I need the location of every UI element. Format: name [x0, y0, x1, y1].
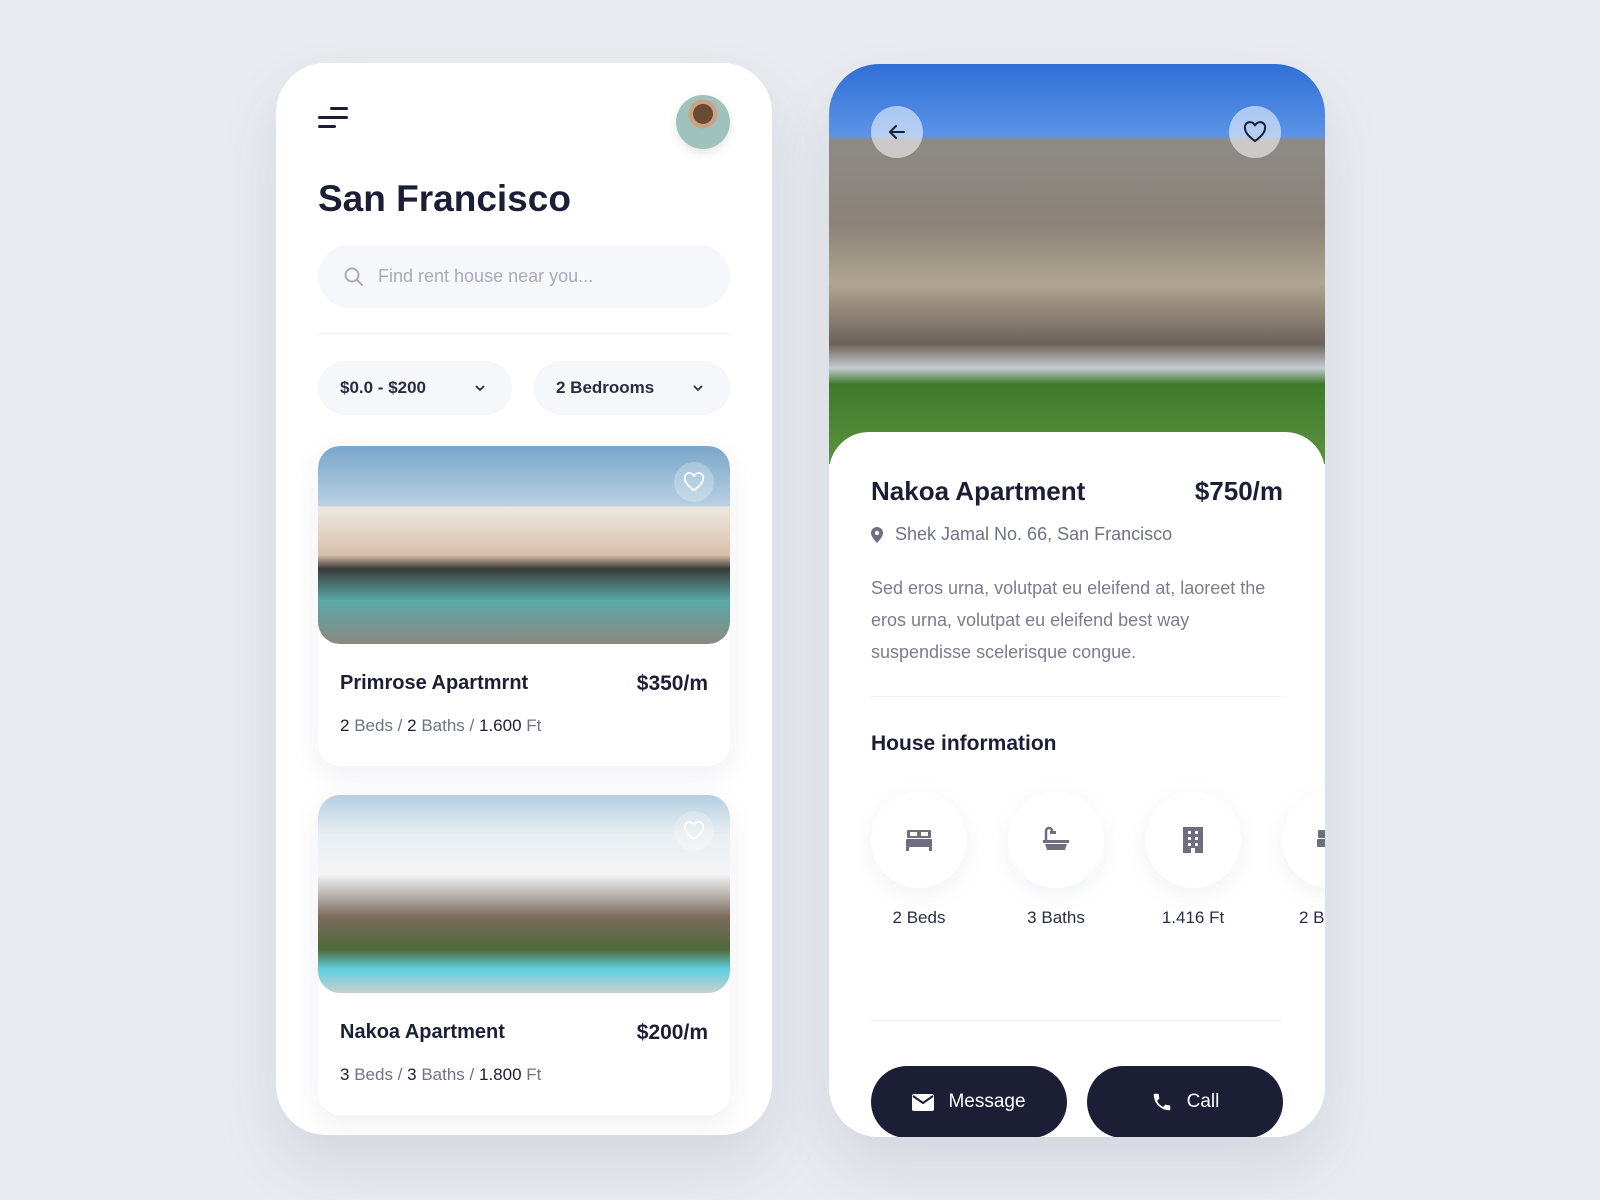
menu-icon[interactable]	[318, 107, 348, 133]
favorite-button[interactable]	[1229, 106, 1281, 158]
listing-card[interactable]: Primrose Apartmrnt $350/m 2 Beds / 2 Bat…	[318, 446, 730, 766]
favorite-button[interactable]	[674, 811, 714, 851]
price-filter-label: $0.0 - $200	[340, 378, 427, 397]
bedrooms-filter-dropdown[interactable]: 2 Bedrooms	[534, 361, 730, 415]
detail-sheet: Nakoa Apartment $750/m Shek Jamal No. 66…	[829, 432, 1325, 1137]
property-address: Shek Jamal No. 66, San Francisco	[871, 524, 1172, 545]
property-name: Nakoa Apartment	[871, 476, 1086, 506]
call-button[interactable]: Call	[1087, 1066, 1283, 1137]
bed-icon	[1317, 830, 1325, 847]
detail-screen: Nakoa Apartment $750/m Shek Jamal No. 66…	[829, 64, 1325, 1137]
location-pin-icon	[871, 526, 883, 543]
feature-area: 1.416 Ft	[1144, 792, 1242, 928]
bathtub-icon	[1043, 826, 1069, 850]
price-filter-dropdown[interactable]: $0.0 - $200	[318, 361, 512, 415]
listing-name: Nakoa Apartment	[340, 1021, 505, 1043]
property-description: Sed eros urna, volutpat eu eleifend at, …	[871, 578, 1266, 662]
feature-beds-extra: 2 B	[1281, 792, 1325, 928]
divider	[871, 696, 1283, 697]
listing-price: $200/m	[636, 1021, 708, 1044]
property-photo	[318, 795, 730, 993]
listing-screen: San Francisco $0.0 - $200 2 Bedrooms Pri…	[276, 63, 772, 1135]
message-button[interactable]: Message	[871, 1066, 1067, 1137]
envelope-icon	[912, 1093, 935, 1111]
favorite-button[interactable]	[674, 462, 714, 502]
phone-icon	[1153, 1093, 1170, 1111]
feature-beds: 2 Beds	[870, 792, 968, 928]
heart-icon	[683, 821, 705, 841]
bedrooms-filter-label: 2 Bedrooms	[556, 378, 655, 397]
chevron-down-icon	[475, 385, 485, 392]
listing-name: Primrose Apartmrnt	[340, 672, 529, 694]
back-button[interactable]	[871, 106, 923, 158]
avatar[interactable]	[676, 95, 730, 149]
listing-specs: 3 Beds / 3 Baths / 1.800 Ft	[340, 1065, 542, 1084]
section-title: House information	[871, 732, 1057, 755]
search-input[interactable]	[378, 266, 698, 287]
listing-card[interactable]: Nakoa Apartment $200/m 3 Beds / 3 Baths …	[318, 795, 730, 1115]
property-photo	[318, 446, 730, 644]
listing-price: $350/m	[636, 672, 708, 695]
address-text: Shek Jamal No. 66, San Francisco	[895, 524, 1173, 544]
arrow-left-icon	[889, 125, 905, 139]
page-title: San Francisco	[318, 178, 571, 219]
building-icon	[1183, 827, 1203, 853]
chevron-down-icon	[693, 385, 703, 392]
search-icon	[344, 267, 363, 286]
divider	[871, 1020, 1283, 1021]
divider	[318, 333, 730, 334]
heart-icon	[683, 472, 705, 492]
search-bar[interactable]	[318, 245, 730, 308]
feature-baths: 3 Baths	[1007, 792, 1105, 928]
property-price: $750/m	[1194, 476, 1283, 506]
listing-specs: 2 Beds / 2 Baths / 1.600 Ft	[340, 716, 542, 735]
bed-icon	[906, 830, 932, 851]
heart-icon	[1243, 121, 1267, 143]
